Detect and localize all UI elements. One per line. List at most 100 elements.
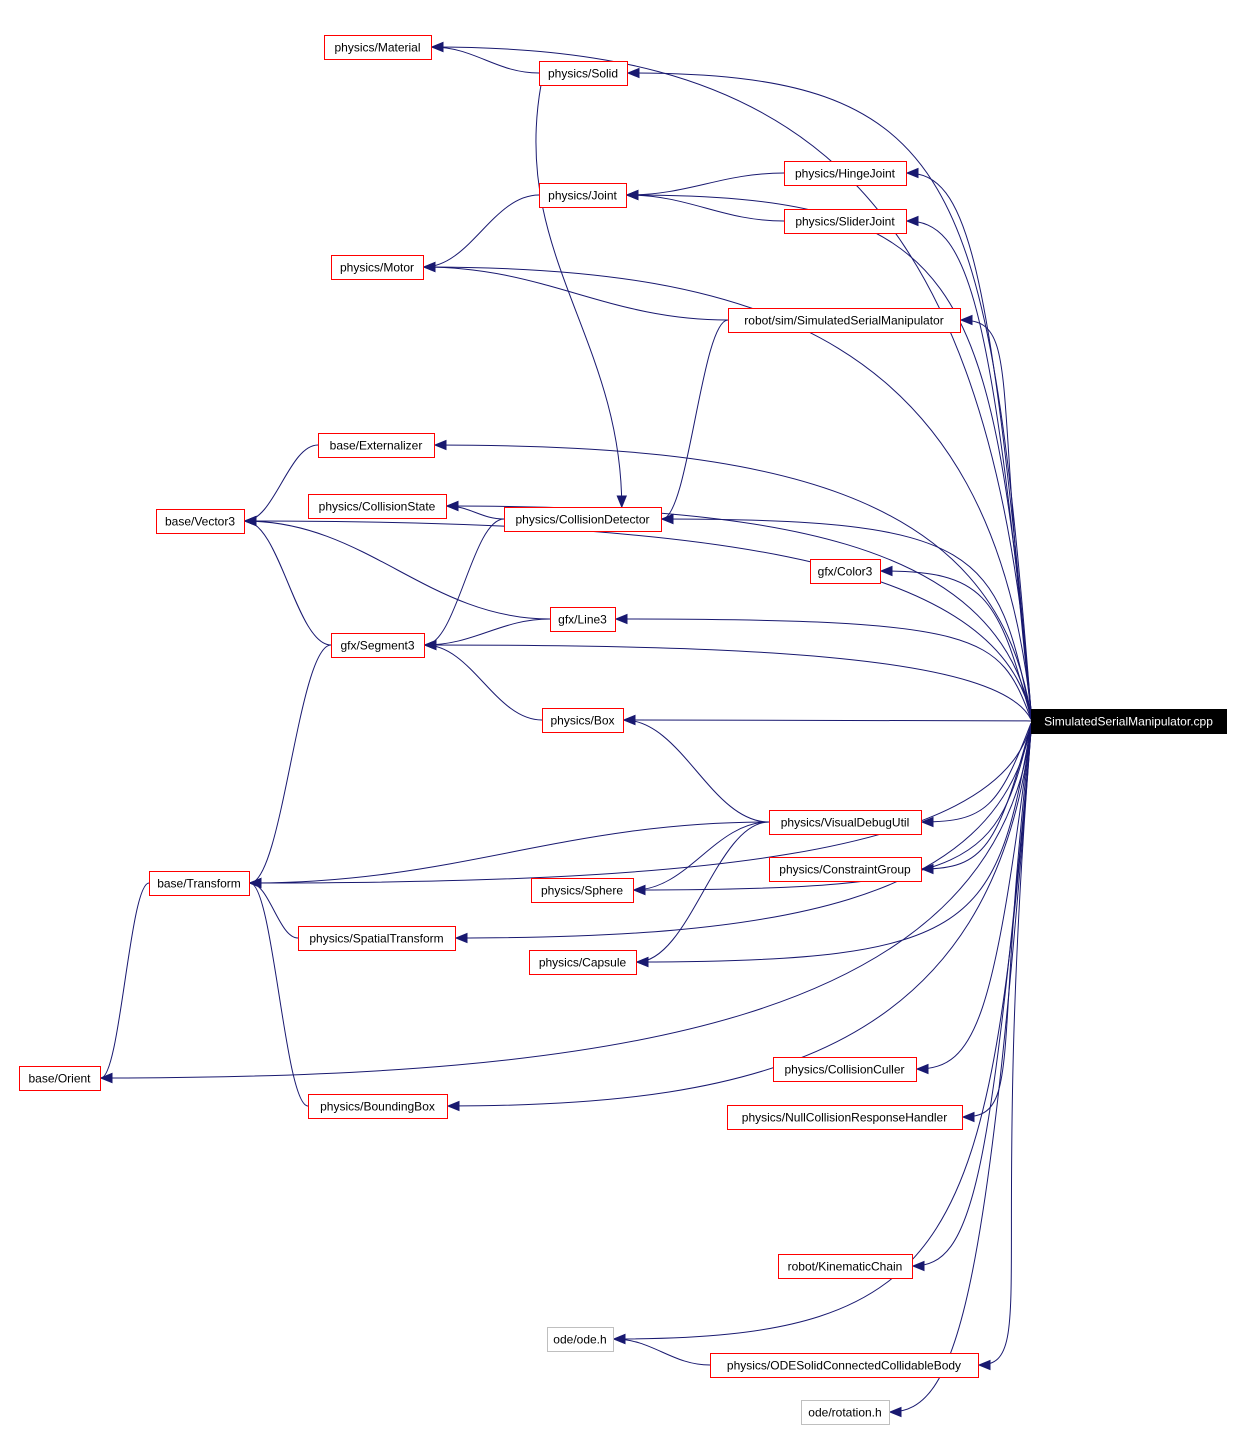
edge-vdu-to-box	[623, 719, 770, 823]
edge-odescb-to-odeh	[613, 1338, 711, 1366]
edge-line3-to-segment3	[424, 618, 551, 646]
node-label: physics/VisualDebugUtil	[781, 816, 910, 830]
edge-root-to-ssm-arrowhead-icon	[959, 314, 973, 326]
edge-transform-to-orient-arrowhead-icon	[99, 1072, 113, 1084]
node-rotation[interactable]: ode/rotation.h	[801, 1400, 890, 1425]
node-label: physics/CollisionDetector	[515, 513, 649, 527]
node-line3[interactable]: gfx/Line3	[550, 607, 616, 632]
node-orient[interactable]: base/Orient	[19, 1066, 101, 1091]
edge-cdetector-to-segment3	[424, 518, 505, 646]
node-label: physics/CollisionCuller	[784, 1063, 904, 1077]
node-label: physics/SpatialTransform	[309, 932, 443, 946]
node-cgroup[interactable]: physics/ConstraintGroup	[769, 857, 922, 882]
edge-bbox-to-transform-arrowhead-icon	[248, 877, 262, 889]
edge-root-to-color3	[880, 570, 1032, 719]
edge-solid-to-material-arrowhead-icon	[430, 41, 444, 53]
edge-root-to-cstate	[446, 505, 1032, 717]
node-ssm[interactable]: robot/sim/SimulatedSerialManipulator	[728, 308, 961, 333]
edge-root-to-orient	[100, 728, 1032, 1079]
node-label: physics/Solid	[548, 67, 618, 81]
edge-root-to-line3	[615, 618, 1032, 720]
edge-box-to-segment3-arrowhead-icon	[423, 639, 437, 651]
include-dependency-graph: SimulatedSerialManipulator.cpp physics/Ma…	[19, 35, 1227, 1425]
edge-root-to-box	[623, 719, 1032, 722]
edge-root-to-line3-arrowhead-icon	[614, 613, 628, 625]
edge-root-to-color3-arrowhead-icon	[879, 565, 893, 577]
edge-vdu-to-transform	[249, 821, 770, 884]
node-box[interactable]: physics/Box	[542, 708, 624, 733]
node-transform[interactable]: base/Transform	[149, 871, 250, 896]
node-label: base/Vector3	[165, 515, 235, 529]
node-kchain[interactable]: robot/KinematicChain	[778, 1254, 913, 1279]
node-label: ode/ode.h	[553, 1333, 606, 1347]
node-color3[interactable]: gfx/Color3	[810, 559, 881, 584]
edge-solid-to-material	[431, 46, 540, 74]
edge-vdu-to-sphere	[633, 821, 770, 891]
edge-segment3-to-transform	[249, 644, 332, 884]
edge-hinge-to-joint	[626, 172, 785, 196]
node-externalizer[interactable]: base/Externalizer	[318, 433, 435, 458]
edge-root-to-hinge-arrowhead-icon	[905, 167, 919, 179]
edge-root-to-externalizer-arrowhead-icon	[433, 439, 447, 451]
node-sphere[interactable]: physics/Sphere	[531, 878, 634, 903]
node-odescb[interactable]: physics/ODESolidConnectedCollidableBody	[710, 1353, 979, 1378]
node-cdetector[interactable]: physics/CollisionDetector	[504, 507, 662, 532]
node-nullcrh[interactable]: physics/NullCollisionResponseHandler	[727, 1105, 963, 1130]
node-label: robot/sim/SimulatedSerialManipulator	[744, 314, 943, 328]
node-cstate[interactable]: physics/CollisionState	[308, 494, 447, 519]
edge-root-to-kchain	[912, 730, 1032, 1267]
node-odeh[interactable]: ode/ode.h	[547, 1327, 614, 1352]
edge-root-to-externalizer	[434, 444, 1032, 716]
edge-solid-to-cdetector	[535, 84, 623, 508]
node-bbox[interactable]: physics/BoundingBox	[308, 1094, 448, 1119]
node-label: gfx/Line3	[558, 613, 607, 627]
node-label: physics/HingeJoint	[795, 167, 896, 181]
node-label: gfx/Segment3	[340, 639, 414, 653]
node-material[interactable]: physics/Material	[324, 35, 432, 60]
edge-root-to-odescb-arrowhead-icon	[977, 1359, 991, 1371]
node-root[interactable]: SimulatedSerialManipulator.cpp	[1031, 709, 1227, 734]
node-segment3[interactable]: gfx/Segment3	[331, 633, 425, 658]
edge-ssm-to-cdetector	[661, 319, 729, 520]
node-motor[interactable]: physics/Motor	[331, 255, 424, 280]
edge-joint-to-motor	[423, 194, 540, 268]
edge-root-to-culler-arrowhead-icon	[915, 1063, 929, 1075]
node-label: ode/rotation.h	[808, 1406, 881, 1420]
node-culler[interactable]: physics/CollisionCuller	[773, 1057, 917, 1082]
node-vector3[interactable]: base/Vector3	[156, 509, 245, 534]
edge-root-to-stransform	[455, 725, 1032, 939]
edge-root-to-solid-arrowhead-icon	[626, 67, 640, 79]
node-label: physics/ConstraintGroup	[779, 863, 911, 877]
node-label: physics/Capsule	[539, 956, 627, 970]
edge-root-to-hinge	[906, 172, 1032, 712]
node-label: base/Transform	[157, 877, 241, 891]
edge-odescb-to-odeh-arrowhead-icon	[612, 1333, 626, 1345]
edge-root-to-stransform-arrowhead-icon	[454, 932, 468, 944]
node-joint[interactable]: physics/Joint	[539, 183, 627, 208]
node-capsule[interactable]: physics/Capsule	[529, 950, 637, 975]
node-solid[interactable]: physics/Solid	[539, 61, 628, 86]
edge-root-to-nullcrh-arrowhead-icon	[961, 1111, 975, 1123]
edge-root-to-kchain-arrowhead-icon	[911, 1260, 925, 1272]
edge-root-to-cdetector	[661, 518, 1032, 718]
node-label: physics/Joint	[548, 189, 617, 203]
node-label: base/Orient	[28, 1072, 91, 1086]
edge-vdu-to-capsule-arrowhead-icon	[635, 956, 649, 968]
node-label: physics/Sphere	[541, 884, 623, 898]
node-label: physics/NullCollisionResponseHandler	[742, 1111, 947, 1125]
edge-solid-to-cdetector-arrowhead-icon	[616, 495, 627, 509]
node-slider[interactable]: physics/SliderJoint	[784, 209, 907, 234]
node-vdu[interactable]: physics/VisualDebugUtil	[769, 810, 922, 835]
edge-slider-to-joint	[626, 194, 785, 222]
nodes-layer: SimulatedSerialManipulator.cpp physics/Ma…	[19, 35, 1227, 1425]
node-hinge[interactable]: physics/HingeJoint	[784, 161, 907, 186]
node-label: robot/KinematicChain	[788, 1260, 903, 1274]
edge-line3-to-vector3	[244, 520, 551, 620]
edge-slider-to-joint-arrowhead-icon	[625, 189, 639, 201]
edge-root-to-segment3	[424, 644, 1032, 720]
edge-root-to-rotation-arrowhead-icon	[888, 1406, 902, 1418]
edge-root-to-bbox-arrowhead-icon	[446, 1100, 460, 1112]
node-stransform[interactable]: physics/SpatialTransform	[298, 926, 456, 951]
edge-bbox-to-transform	[249, 882, 309, 1107]
edge-segment3-to-vector3	[244, 520, 332, 646]
